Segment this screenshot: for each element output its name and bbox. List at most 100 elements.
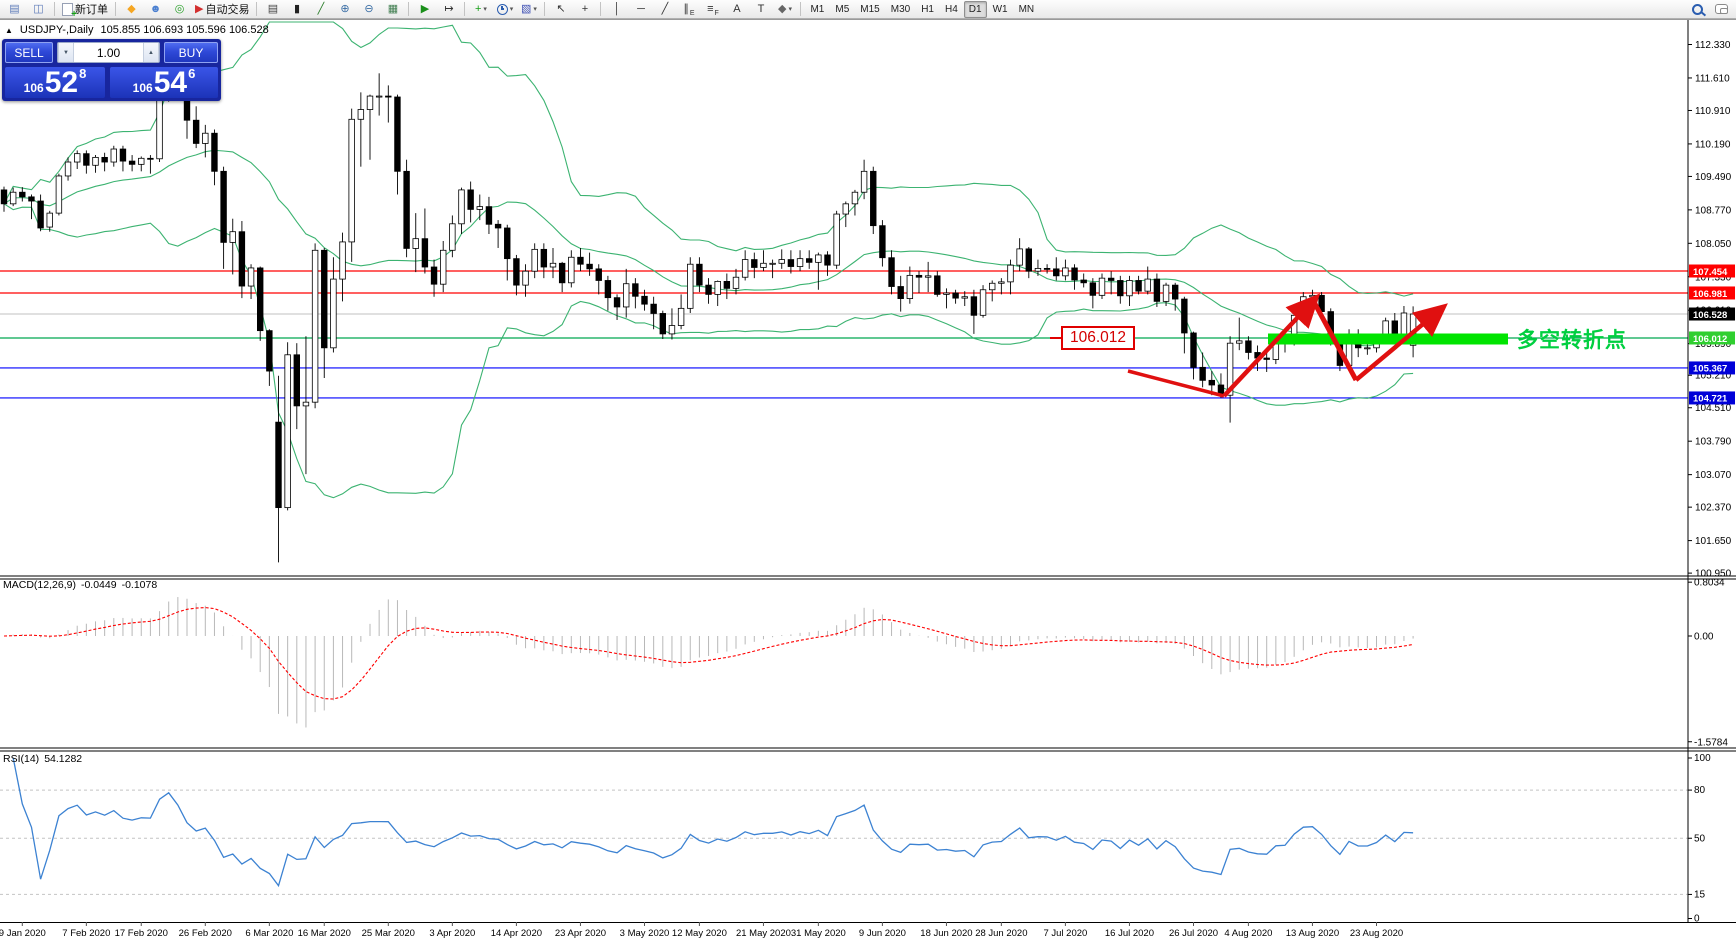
svg-text:14 Apr 2020: 14 Apr 2020 — [491, 928, 542, 939]
chart-bars-icon: ▤ — [267, 2, 279, 15]
fibonacci-button[interactable]: ≡ F — [701, 0, 724, 18]
chart-shift-button[interactable]: ↦ — [437, 0, 460, 18]
market-watch-icon: ▤ — [9, 2, 20, 15]
tile-windows-icon: ▦ — [387, 2, 399, 15]
price-axis[interactable]: 112.330 111.610 110.910 110.190 109.490 108.7… — [1688, 40, 1735, 925]
svg-text:12 May 2020: 12 May 2020 — [672, 928, 727, 939]
timeframe-h4-button[interactable]: H4 — [940, 1, 963, 18]
cursor-icon: ↖ — [556, 2, 566, 15]
timeframe-w1-button[interactable]: W1 — [988, 1, 1013, 18]
timeframe-m1-button[interactable]: M1 — [805, 1, 829, 18]
fibonacci-sub-label: F — [714, 10, 719, 17]
timeframe-mn-button[interactable]: MN — [1014, 1, 1040, 18]
toolbar-separator — [408, 2, 410, 16]
toolbar-separator — [464, 2, 466, 16]
chart-line-icon: ╱ — [317, 2, 325, 15]
text-label-button[interactable]: T — [749, 0, 772, 18]
panel-borders — [0, 19, 1736, 923]
svg-text:107.454: 107.454 — [1693, 267, 1728, 278]
vertical-line-icon: │ — [613, 2, 621, 15]
auto-trading-button[interactable]: ▶ 自动交易 — [192, 0, 252, 18]
svg-text:3 May 2020: 3 May 2020 — [620, 928, 670, 939]
sell-button[interactable]: SELL — [5, 42, 53, 63]
experts-button[interactable]: ☻ — [144, 0, 167, 18]
chart-ohlc-values: 105.855 106.693 105.596 106.528 — [100, 24, 269, 36]
toolbar-separator — [115, 2, 116, 16]
chart-bars-button[interactable]: ▤ — [261, 0, 284, 18]
chart-line-button[interactable]: ╱ — [309, 0, 332, 18]
metaeditor-button[interactable]: ◆ — [120, 0, 143, 18]
svg-text:80: 80 — [1694, 785, 1706, 796]
svg-text:26 Feb 2020: 26 Feb 2020 — [179, 928, 232, 939]
svg-text:9 Jan 2020: 9 Jan 2020 — [0, 928, 46, 939]
navigator-icon: ◫ — [33, 2, 44, 15]
buy-price-prefix: 106 — [132, 81, 153, 95]
macd-panel — [3, 597, 1414, 728]
svg-text:9 Jun 2020: 9 Jun 2020 — [859, 928, 906, 939]
turning-point-label[interactable]: 多空转折点 — [1517, 324, 1627, 354]
timeframe-m15-button[interactable]: M15 — [855, 1, 884, 18]
svg-text:112.330: 112.330 — [1695, 40, 1731, 51]
chart-canvas[interactable]: 112.330 111.610 110.910 110.190 109.490 108.7… — [0, 0, 1736, 941]
search-icon — [1692, 3, 1703, 15]
new-order-button[interactable]: 新订单 — [59, 0, 111, 20]
toolbar-separator — [54, 2, 55, 16]
zoom-out-button[interactable]: ⊖ — [357, 0, 380, 18]
zoom-in-button[interactable]: ⊕ — [333, 0, 356, 18]
timeframe-m5-button[interactable]: M5 — [830, 1, 854, 18]
svg-text:108.770: 108.770 — [1695, 205, 1732, 216]
svg-text:7 Feb 2020: 7 Feb 2020 — [62, 928, 110, 939]
periods-dropdown-icon[interactable]: ▾ — [510, 5, 514, 13]
equidistant-channel-button[interactable]: ∥ E — [677, 0, 700, 18]
text-label-icon: T — [757, 2, 765, 15]
periods-button[interactable]: ▾ — [493, 0, 516, 18]
cursor-button[interactable]: ↖ — [549, 0, 572, 18]
toolbar-separator — [600, 2, 602, 16]
indicators-button[interactable]: + ▾ — [469, 0, 492, 18]
svg-text:26 Jul 2020: 26 Jul 2020 — [1169, 928, 1218, 939]
buy-price-big: 54 — [153, 66, 188, 100]
templates-button[interactable]: ▧ ▾ — [517, 0, 540, 18]
timeframe-d1-button[interactable]: D1 — [963, 0, 987, 18]
crosshair-icon: + — [581, 2, 589, 15]
horizontal-line-button[interactable]: ─ — [629, 0, 652, 18]
indicators-dropdown-icon[interactable]: ▾ — [483, 5, 487, 13]
chart-candles-button[interactable]: ▮ — [285, 0, 308, 18]
shapes-button[interactable]: ◆ ▾ — [773, 0, 796, 18]
text-button[interactable]: A — [725, 0, 748, 18]
trendline-button[interactable]: ╱ — [653, 0, 676, 18]
volume-input[interactable]: 1.00 — [74, 43, 143, 62]
vertical-line-button[interactable]: │ — [605, 0, 628, 18]
one-click-toggle-icon[interactable]: ▲ — [5, 26, 13, 35]
macd-name: MACD(12,26,9) — [3, 579, 76, 591]
price-callout-box[interactable]: 106.012 — [1061, 326, 1135, 350]
volume-decrease-button[interactable]: ▼ — [58, 43, 74, 62]
market-watch-button[interactable]: ▤ — [3, 0, 26, 18]
auto-scroll-button[interactable]: ▶ — [413, 0, 436, 18]
tile-windows-button[interactable]: ▦ — [381, 0, 404, 18]
sell-price-prefix: 106 — [23, 81, 44, 95]
shapes-dropdown-icon[interactable]: ▾ — [788, 5, 792, 13]
equidistant-channel-sub-label: E — [689, 10, 695, 17]
volume-increase-button[interactable]: ▲ — [143, 43, 159, 62]
timeframe-h1-button[interactable]: H1 — [916, 1, 939, 18]
navigator-button[interactable]: ◫ — [27, 0, 50, 18]
buy-price-display[interactable]: 106 54 6 — [110, 66, 218, 100]
svg-text:109.490: 109.490 — [1695, 172, 1732, 183]
templates-dropdown-icon[interactable]: ▾ — [533, 5, 537, 13]
sell-price-big: 52 — [44, 66, 79, 100]
timeframe-m30-button[interactable]: M30 — [886, 1, 915, 18]
crosshair-button[interactable]: + — [573, 0, 596, 18]
fibonacci-icon: ≡ — [707, 2, 714, 15]
svg-text:108.050: 108.050 — [1695, 239, 1732, 250]
signals-button[interactable]: ◎ — [168, 0, 191, 18]
search-button[interactable] — [1686, 0, 1709, 18]
svg-text:31 May 2020: 31 May 2020 — [791, 928, 846, 939]
time-axis[interactable]: 9 Jan 2020 7 Feb 2020 17 Feb 2020 26 Feb 20… — [0, 922, 1403, 939]
toolbar-separator — [256, 2, 258, 16]
chat-button[interactable] — [1710, 0, 1733, 18]
sell-price-display[interactable]: 106 52 8 — [5, 66, 105, 100]
svg-text:23 Apr 2020: 23 Apr 2020 — [555, 928, 606, 939]
svg-text:16 Mar 2020: 16 Mar 2020 — [298, 928, 351, 939]
buy-button[interactable]: BUY — [164, 42, 218, 63]
